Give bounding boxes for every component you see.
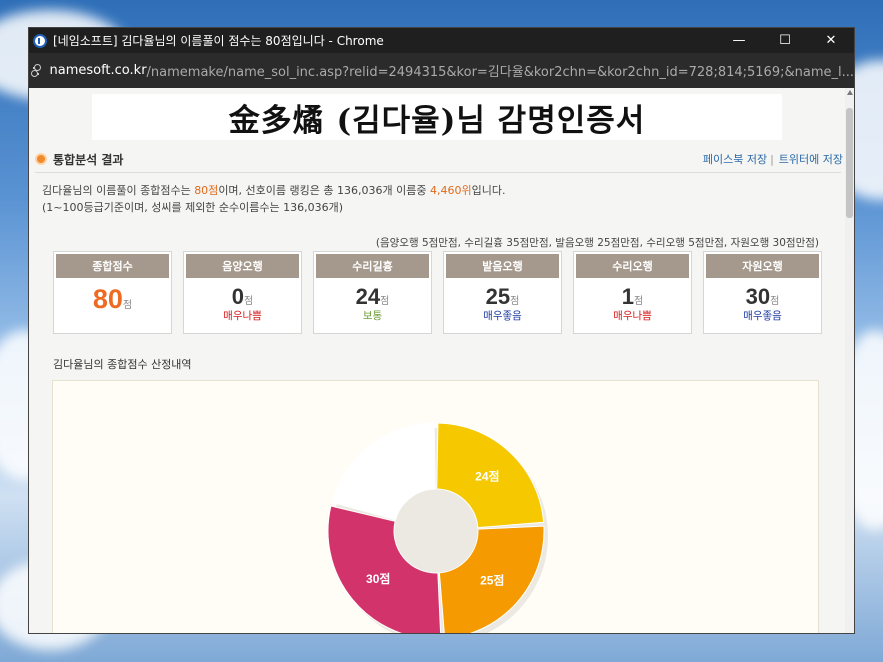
rank-highlight: 4,460위: [429, 184, 472, 197]
site-settings-icon[interactable]: [31, 62, 42, 80]
card-grade: 매우좋음: [743, 310, 782, 322]
score-card: 음양오행 0점 매우나쁨: [183, 251, 302, 334]
card-label: 종합점수: [56, 254, 169, 278]
card-label: 발음오행: [446, 254, 559, 278]
card-label: 수리길흉: [316, 254, 429, 278]
score-card: 발음오행 25점 매우좋음: [443, 251, 562, 334]
card-unit: 점: [244, 296, 254, 307]
card-body: 1점매우나쁨: [574, 280, 691, 323]
card-body: 0점매우나쁨: [184, 280, 301, 323]
card-score: 1: [621, 284, 635, 309]
divider: [35, 172, 841, 173]
summary-note: (1~100등급기준이며, 성씨를 제외한 순수이름수는 136,036개): [42, 201, 344, 214]
card-label: 수리오행: [576, 254, 689, 278]
summary-text-c: 입니다.: [471, 184, 506, 197]
card-body: 80점: [54, 280, 171, 315]
card-score: 25: [485, 284, 511, 309]
breakdown-title: 김다율님의 종합점수 산정내역: [53, 358, 192, 371]
score-card: 자원오행 30점 매우좋음: [703, 251, 822, 334]
minimize-button[interactable]: —: [716, 28, 762, 53]
donut-segment-label: 24점: [475, 468, 499, 483]
score-breakdown-chart: 24점 25점 30점: [52, 380, 819, 633]
card-unit: 점: [380, 296, 390, 307]
summary-name: 김다율: [42, 184, 73, 197]
donut-segment-label: 25점: [480, 573, 504, 588]
card-score: 80: [92, 284, 123, 314]
window-title: [네임소프트] 김다율님의 이름풀이 점수는 80점입니다 - Chrome: [53, 34, 384, 48]
scrollbar[interactable]: [845, 88, 854, 633]
card-unit: 점: [122, 300, 133, 311]
score-card: 수리오행 1점 매우나쁨: [573, 251, 692, 334]
address-bar[interactable]: namesoft.co.kr/namemake/name_sol_inc.asp…: [29, 53, 854, 88]
card-body: 25점매우좋음: [444, 280, 561, 323]
scoring-criteria: (음양오행 5점만점, 수리길흉 35점만점, 발음오행 25점만점, 수리오행…: [375, 237, 819, 249]
facebook-save-link[interactable]: 페이스북 저장: [703, 151, 767, 167]
twitter-save-link[interactable]: 트위터에 저장: [779, 151, 843, 167]
card-unit: 점: [770, 296, 780, 307]
donut-segment-label: 30점: [366, 571, 390, 586]
score-card: 수리길흉 24점 보통: [313, 251, 432, 334]
app-icon: [33, 33, 47, 48]
certificate-header: 金多燏 (김다율)님 감명인증서: [92, 94, 782, 140]
share-separator: |: [770, 152, 774, 166]
card-grade: 매우나쁨: [613, 310, 652, 322]
score-card: 종합점수 80점: [53, 251, 172, 334]
card-label: 자원오행: [706, 254, 819, 278]
card-score: 30: [745, 284, 771, 309]
card-score: 0: [231, 284, 245, 309]
url-domain: namesoft.co.kr: [49, 63, 147, 78]
summary-text: 김다율님의 이름풀이 종합점수는 80점이며, 선호이름 랭킹은 총 136,0…: [42, 182, 505, 216]
title-bar: [네임소프트] 김다율님의 이름풀이 점수는 80점입니다 - Chrome —…: [29, 28, 854, 53]
summary-text-b: 이며, 선호이름 랭킹은 총 136,036개 이름중: [218, 184, 430, 197]
card-grade: 매우나쁨: [223, 310, 262, 322]
maximize-button[interactable]: ☐: [762, 28, 808, 53]
scroll-thumb[interactable]: [846, 108, 853, 218]
url-path: /namemake/name_sol_inc.asp?relid=2494315…: [146, 65, 854, 80]
section-title: 통합분석 결과: [53, 152, 124, 167]
close-button[interactable]: ✕: [808, 28, 854, 53]
card-grade: 매우좋음: [483, 310, 522, 322]
bullet-circle-icon: [35, 153, 47, 165]
card-body: 30점매우좋음: [704, 280, 821, 323]
certificate-title: 金多燏 (김다율)님 감명인증서: [228, 102, 646, 139]
card-score: 24: [355, 284, 381, 309]
card-unit: 점: [510, 296, 520, 307]
page-content: 金多燏 (김다율)님 감명인증서 통합분석 결과 페이스북 저장 | 트위터에 …: [29, 88, 847, 633]
card-grade: 보통: [362, 310, 383, 322]
total-score-highlight: 80점: [194, 184, 219, 197]
section-header: 통합분석 결과 페이스북 저장 | 트위터에 저장: [35, 148, 843, 170]
donut-chart: 24점 25점 30점: [327, 422, 548, 633]
card-label: 음양오행: [186, 254, 299, 278]
score-cards: 종합점수 80점 음양오행 0점 매우나쁨 수리길흉 24점 보통 발음오행 25점 매우좋음 수리오…: [53, 251, 822, 334]
card-body: 24점보통: [314, 280, 431, 323]
summary-text-a: 님의 이름풀이 종합점수는: [72, 184, 195, 197]
card-unit: 점: [634, 296, 644, 307]
browser-window: [네임소프트] 김다율님의 이름풀이 점수는 80점입니다 - Chrome —…: [28, 27, 855, 634]
scroll-up-arrow-icon[interactable]: [847, 90, 853, 95]
